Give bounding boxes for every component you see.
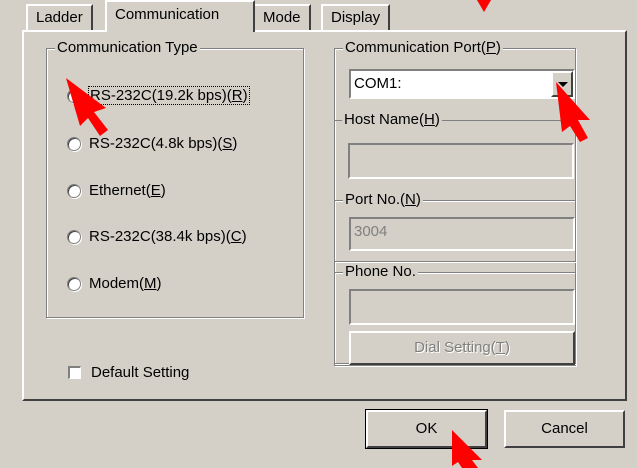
pointer-annotations <box>66 0 590 468</box>
pointer-arrow-icon <box>556 82 590 142</box>
pointer-arrow-icon <box>66 78 108 136</box>
pointer-arrow-icon <box>452 430 482 468</box>
pointer-arrow-icon <box>477 0 491 12</box>
